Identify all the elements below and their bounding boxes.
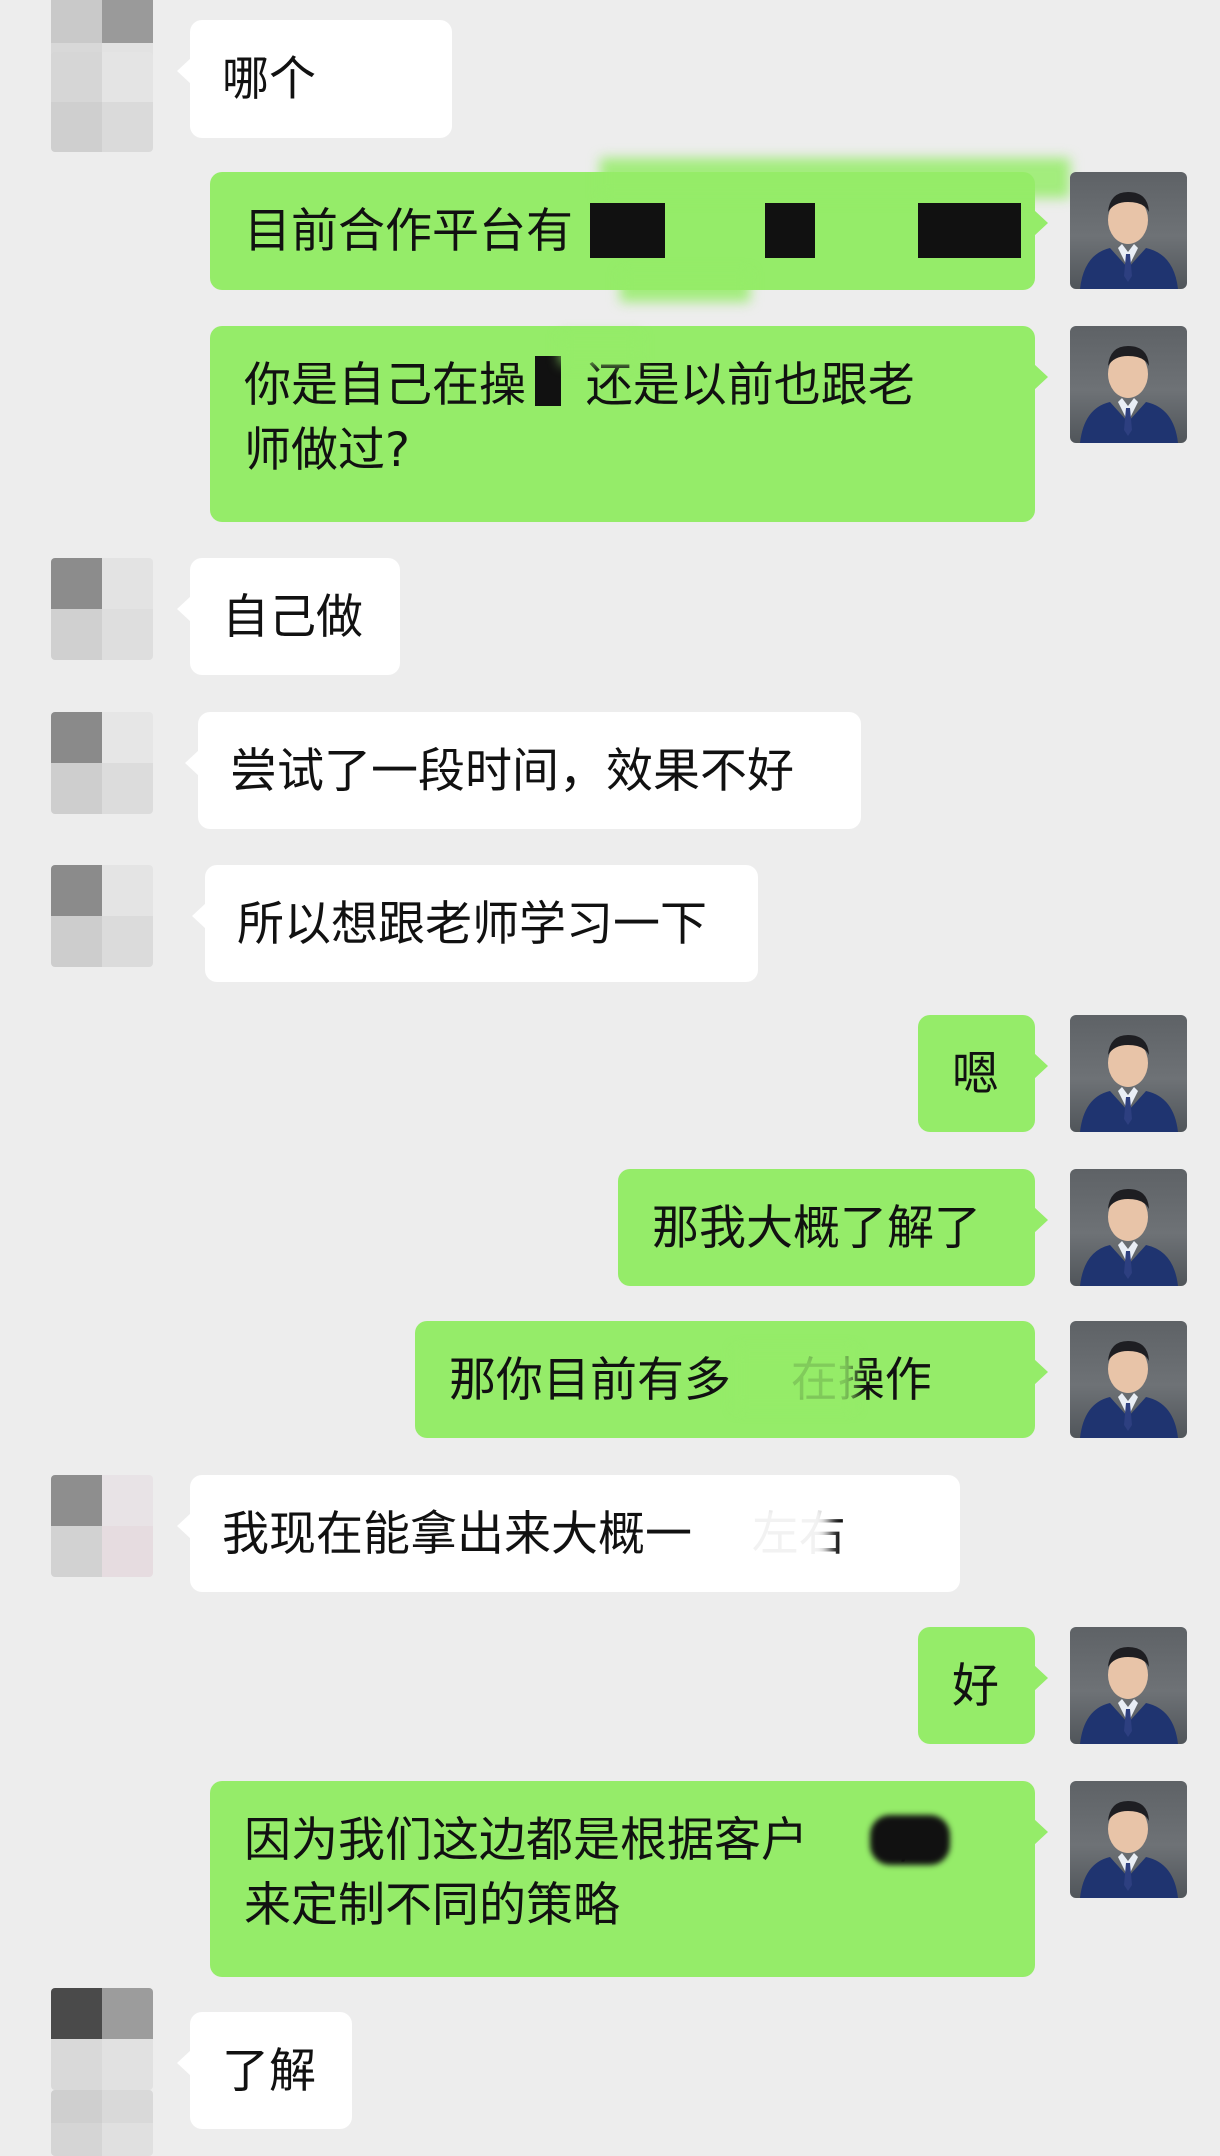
pixelated-avatar-icon[interactable] [51,865,153,967]
user-portrait-avatar-icon[interactable] [1070,1627,1187,1744]
redaction-blur [720,1501,830,1571]
message-bubble[interactable]: 那我大概了解了 [618,1169,1048,1286]
pixelated-avatar-icon[interactable] [51,1988,153,2090]
message-bubble[interactable]: 好 [918,1627,1048,1744]
redaction-block [535,356,561,406]
redaction-blur [620,272,750,302]
redaction-block [870,1815,950,1865]
message-bubble[interactable]: 因为我们这边都是根据客户 , 来定制不同的策略 [210,1781,1048,1977]
redaction-blur [560,334,640,364]
message-bubble[interactable]: 自己做 [177,558,400,675]
message-bubble[interactable]: 尝试了一段时间，效果不好 [185,712,861,829]
message-bubble[interactable]: 我现在能拿出来大概一 左右 [177,1475,960,1592]
pixelated-avatar-icon[interactable] [51,1475,153,1577]
user-portrait-avatar-icon[interactable] [1070,1169,1187,1286]
user-portrait-avatar-icon[interactable] [1070,1015,1187,1132]
pixelated-avatar-icon[interactable] [51,558,153,660]
redaction-block [590,203,665,258]
message-bubble[interactable]: 那你目前有多 在操作 [415,1321,1048,1438]
message-bubble[interactable]: 嗯 [918,1015,1048,1132]
redaction-block [765,203,815,258]
message-bubble[interactable]: 所以想跟老师学习一下 [192,865,758,982]
user-portrait-avatar-icon[interactable] [1070,326,1187,443]
pixelated-avatar-icon[interactable] [51,712,153,814]
message-bubble[interactable]: 哪个 [177,20,452,138]
user-portrait-avatar-icon[interactable] [1070,172,1187,289]
user-portrait-avatar-icon[interactable] [1070,1781,1187,1898]
redaction-block [918,203,1021,258]
redaction-blur [600,158,1070,198]
user-portrait-avatar-icon[interactable] [1070,1321,1187,1438]
pixelated-avatar-icon [51,2090,153,2156]
pixelated-avatar-icon [51,52,153,152]
redaction-blur [735,1349,855,1409]
message-bubble[interactable]: 了解 [177,2012,352,2129]
